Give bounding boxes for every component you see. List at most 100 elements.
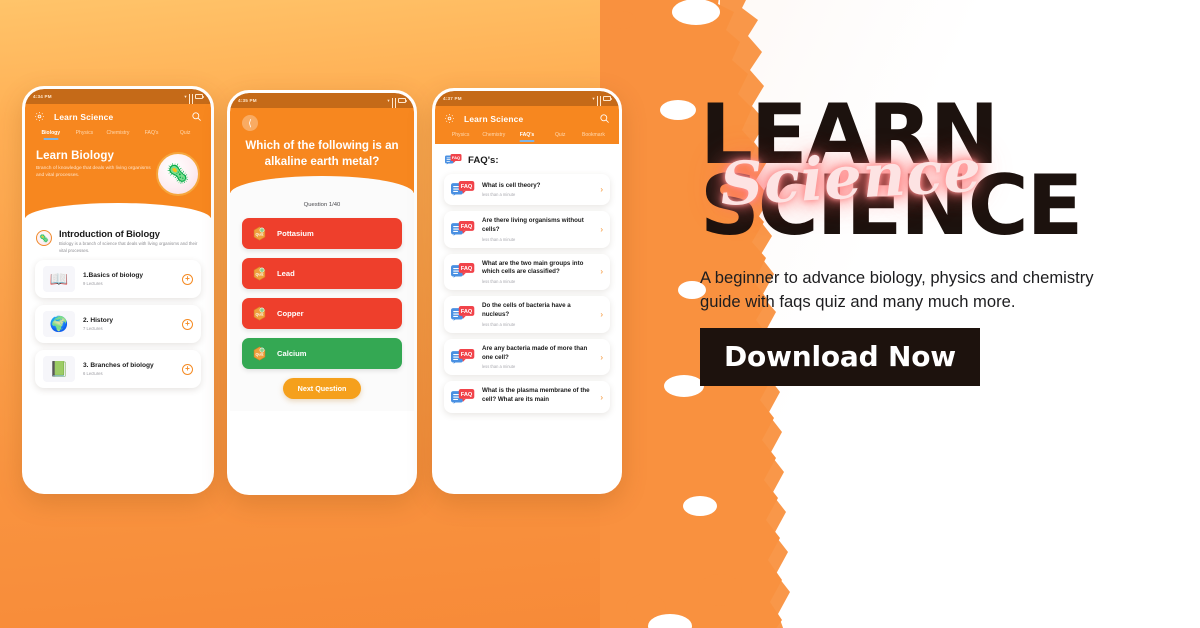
- signal-bars-icon: [188, 94, 190, 107]
- faq-row[interactable]: FAQ What is cell theory? less than a min…: [444, 174, 610, 205]
- promo-headline: LEARN SCIENCE Science: [700, 93, 1170, 255]
- app-bar: Learn Science Physics Chemistry FAQ's Qu…: [435, 106, 619, 144]
- wifi-icon: ▾: [387, 97, 390, 103]
- tab-quiz[interactable]: Quiz: [168, 130, 202, 140]
- plus-circle-icon[interactable]: +: [182, 273, 193, 285]
- quiz-header: ⟨ Which of the following is an alkaline …: [230, 108, 414, 195]
- signal-bars-icon: [599, 96, 601, 109]
- tab-chemistry[interactable]: Chemistry: [477, 132, 510, 142]
- lecture-count: 7 Lectures: [83, 325, 103, 331]
- lecture-row[interactable]: 🌍 2. History 7 Lectures +: [35, 305, 201, 344]
- faq-question: Are there living organisms without cells…: [482, 217, 584, 233]
- signal-bars-icon: [391, 98, 393, 111]
- faq-timestamp: less than a minute: [482, 364, 516, 370]
- battery-icon: [398, 98, 407, 103]
- faq-row[interactable]: FAQ What is the plasma membrane of the c…: [444, 381, 610, 413]
- tab-faqs[interactable]: FAQ's: [135, 130, 169, 140]
- quiz-badge-icon: Quiz: [253, 346, 266, 361]
- chevron-right-icon[interactable]: ›: [600, 393, 603, 402]
- quiz-option[interactable]: Quiz Copper: [242, 298, 402, 330]
- svg-text:FAQ: FAQ: [461, 184, 473, 190]
- promo-content: LEARN SCIENCE Science A beginner to adva…: [700, 93, 1170, 387]
- microbe-petri-dish-icon: 🦠: [156, 152, 200, 196]
- faq-question: What are the two main groups into which …: [482, 259, 584, 276]
- book-dna-icon: 📖: [43, 266, 75, 293]
- faq-chat-icon: FAQ: [451, 388, 475, 404]
- hero-curve: [25, 203, 211, 219]
- faq-chat-icon: FAQ: [451, 348, 475, 364]
- faq-row[interactable]: FAQ Do the cells of bacteria have a nucl…: [444, 296, 610, 333]
- tab-chemistry[interactable]: Chemistry: [101, 130, 135, 140]
- download-now-button[interactable]: Download Now: [700, 328, 980, 387]
- hero-banner: Learn Biology Branch of knowledge that d…: [25, 142, 211, 219]
- hero-title: Learn Biology: [36, 150, 114, 162]
- promo-description: A beginner to advance biology, physics a…: [700, 268, 1094, 312]
- cell-icon: 🦠: [36, 230, 52, 246]
- faq-section-title: FAQ's:: [468, 154, 499, 166]
- gear-icon[interactable]: [444, 113, 455, 124]
- faq-row[interactable]: FAQ Are any bacteria made of more than o…: [444, 338, 610, 376]
- tab-bar: Physics Chemistry FAQ's Quiz Bookmark: [444, 132, 610, 144]
- chevron-right-icon[interactable]: ›: [600, 225, 603, 234]
- tab-quiz[interactable]: Quiz: [544, 132, 577, 142]
- globe-dna-icon: 🌍: [43, 311, 75, 338]
- signal-bars-icon: [394, 98, 396, 111]
- tab-biology[interactable]: Biology: [34, 130, 68, 140]
- gear-icon[interactable]: [34, 111, 45, 122]
- status-bar: 4:35 PM ▾: [230, 93, 414, 111]
- next-question-button[interactable]: Next Question: [282, 378, 362, 400]
- faq-chat-icon: FAQ: [445, 154, 462, 165]
- leaf-book-icon: 📗: [43, 356, 75, 383]
- quiz-option[interactable]: Quiz Lead: [242, 258, 402, 290]
- quiz-option-label: Lead: [277, 269, 295, 279]
- wifi-icon: ▾: [592, 95, 595, 101]
- faq-chat-icon: FAQ: [451, 220, 475, 236]
- quiz-badge-icon: Quiz: [253, 226, 266, 241]
- chevron-right-icon[interactable]: ›: [600, 310, 603, 319]
- chevron-right-icon[interactable]: ›: [600, 353, 603, 362]
- back-circle-icon[interactable]: ⟨: [242, 115, 258, 131]
- promo-banner: 4:34 PM ▾ Learn Science Biology Physics …: [0, 0, 1200, 628]
- faq-row[interactable]: FAQ What are the two main groups into wh…: [444, 253, 610, 291]
- search-icon[interactable]: [191, 111, 202, 122]
- tab-bookmark[interactable]: Bookmark: [577, 132, 610, 142]
- status-bar: 4:34 PM ▾: [25, 89, 211, 107]
- quiz-option-label: Pottasium: [277, 229, 314, 239]
- tab-faqs[interactable]: FAQ's: [510, 132, 543, 142]
- faq-list: FAQ What is cell theory? less than a min…: [435, 174, 619, 413]
- faq-question: Are any bacteria made of more than one c…: [482, 344, 588, 361]
- question-counter: Question 1/40: [303, 202, 341, 209]
- faq-chat-icon: FAQ: [451, 306, 475, 321]
- chevron-right-icon[interactable]: ›: [600, 267, 603, 276]
- tab-physics[interactable]: Physics: [68, 130, 102, 140]
- quiz-option-label: Calcium: [277, 349, 307, 359]
- svg-text:FAQ: FAQ: [461, 352, 473, 358]
- svg-text:FAQ: FAQ: [461, 224, 473, 230]
- quiz-badge-icon: Quiz: [253, 306, 266, 321]
- quiz-option-correct[interactable]: Quiz Calcium: [242, 338, 402, 370]
- quiz-question: Which of the following is an alkaline ea…: [245, 139, 399, 168]
- faq-question: Do the cells of bacteria have a nucleus?: [482, 302, 571, 318]
- faq-section-header: FAQ FAQ's:: [435, 144, 619, 174]
- svg-text:Quiz: Quiz: [255, 232, 263, 236]
- status-bar: 4:37 PM ▾: [435, 91, 619, 109]
- faq-timestamp: less than a minute: [482, 279, 516, 285]
- lecture-title: 3. Branches of biology: [83, 362, 154, 370]
- lecture-row[interactable]: 📖 1.Basics of biology 9 Lectures +: [35, 260, 201, 299]
- faq-row[interactable]: FAQ Are there living organisms without c…: [444, 211, 610, 248]
- search-icon[interactable]: [599, 113, 610, 124]
- signal-bars-icon: [191, 94, 193, 107]
- quiz-option[interactable]: Quiz Pottasium: [242, 218, 402, 250]
- faq-timestamp: less than a minute: [482, 236, 516, 242]
- status-time: 4:34 PM: [33, 94, 52, 99]
- faq-timestamp: less than a minute: [482, 321, 516, 327]
- faq-chat-icon: FAQ: [451, 263, 475, 279]
- chevron-right-icon[interactable]: ›: [600, 185, 603, 194]
- quiz-badge-icon: Quiz: [253, 266, 266, 281]
- plus-circle-icon[interactable]: +: [182, 363, 193, 375]
- lecture-row[interactable]: 📗 3. Branches of biology 6 Lectures +: [35, 350, 201, 389]
- plus-circle-icon[interactable]: +: [182, 318, 193, 330]
- tab-physics[interactable]: Physics: [444, 132, 477, 142]
- app-title: Learn Science: [464, 113, 524, 124]
- headline-line-2: SCIENCE: [700, 157, 1083, 255]
